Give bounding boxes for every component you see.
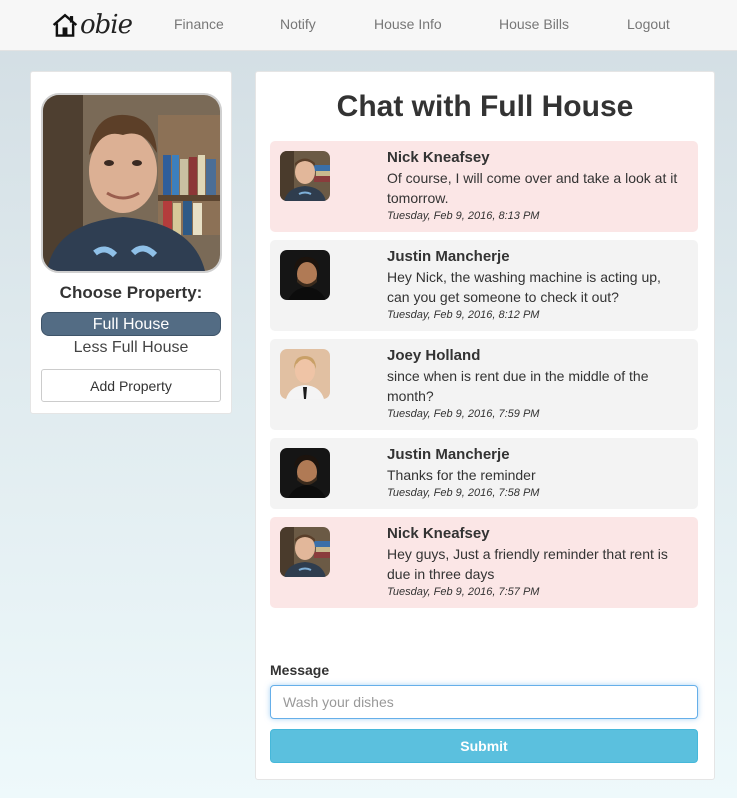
avatar: [280, 349, 330, 399]
nav-link-house-info[interactable]: House Info: [374, 16, 442, 32]
profile-photo: [41, 93, 222, 273]
message-author: Nick Kneafsey: [387, 149, 490, 166]
submit-button[interactable]: Submit: [270, 729, 698, 763]
chat-title: Chat with Full House: [336, 90, 634, 123]
chat-message: Nick Kneafsey Of course, I will come ove…: [270, 141, 698, 232]
avatar: [280, 250, 330, 300]
message-author: Justin Mancherje: [387, 248, 510, 265]
house-icon: [52, 13, 78, 37]
message-author: Justin Mancherje: [387, 446, 510, 463]
property-item-active[interactable]: Full House: [41, 312, 221, 336]
message-text: Of course, I will come over and take a l…: [387, 170, 678, 206]
nav-link-house-bills[interactable]: House Bills: [499, 16, 569, 32]
message-text: Thanks for the reminder: [387, 467, 536, 483]
message-text: Hey guys, Just a friendly reminder that …: [387, 546, 668, 582]
message-input[interactable]: [270, 685, 698, 719]
message-text: Hey Nick, the washing machine is acting …: [387, 269, 661, 305]
message-text: since when is rent due in the middle of …: [387, 368, 649, 404]
top-navbar: obie Finance Notify House Info House Bil…: [0, 0, 737, 51]
profile-photo-image: [43, 95, 220, 271]
chat-panel: Chat with Full House Nick Kneafsey Of co…: [255, 71, 715, 780]
avatar: [280, 448, 330, 498]
chat-message: Nick Kneafsey Hey guys, Just a friendly …: [270, 517, 698, 608]
add-property-button[interactable]: Add Property: [41, 369, 221, 402]
message-timestamp: Tuesday, Feb 9, 2016, 8:13 PM: [387, 210, 540, 222]
message-timestamp: Tuesday, Feb 9, 2016, 7:59 PM: [387, 408, 540, 420]
chat-message: Justin Mancherje Hey Nick, the washing m…: [270, 240, 698, 331]
avatar: [280, 151, 330, 201]
message-label: Message: [270, 662, 330, 678]
message-author: Joey Holland: [387, 347, 481, 364]
nav-link-logout[interactable]: Logout: [627, 16, 670, 32]
message-timestamp: Tuesday, Feb 9, 2016, 7:58 PM: [387, 487, 540, 499]
choose-property-heading: Choose Property:: [59, 283, 203, 302]
message-timestamp: Tuesday, Feb 9, 2016, 7:57 PM: [387, 586, 540, 598]
nav-link-finance[interactable]: Finance: [174, 16, 224, 32]
property-sidebar: Choose Property: Full House Less Full Ho…: [30, 71, 232, 414]
message-timestamp: Tuesday, Feb 9, 2016, 8:12 PM: [387, 309, 540, 321]
chat-message: Justin Mancherje Thanks for the reminder…: [270, 438, 698, 509]
brand-text: obie: [80, 10, 133, 40]
nav-link-notify[interactable]: Notify: [280, 16, 316, 32]
property-item[interactable]: Less Full House: [41, 339, 221, 357]
message-author: Nick Kneafsey: [387, 525, 490, 542]
brand-logo[interactable]: obie: [52, 9, 133, 41]
chat-message: Joey Holland since when is rent due in t…: [270, 339, 698, 430]
avatar: [280, 527, 330, 577]
